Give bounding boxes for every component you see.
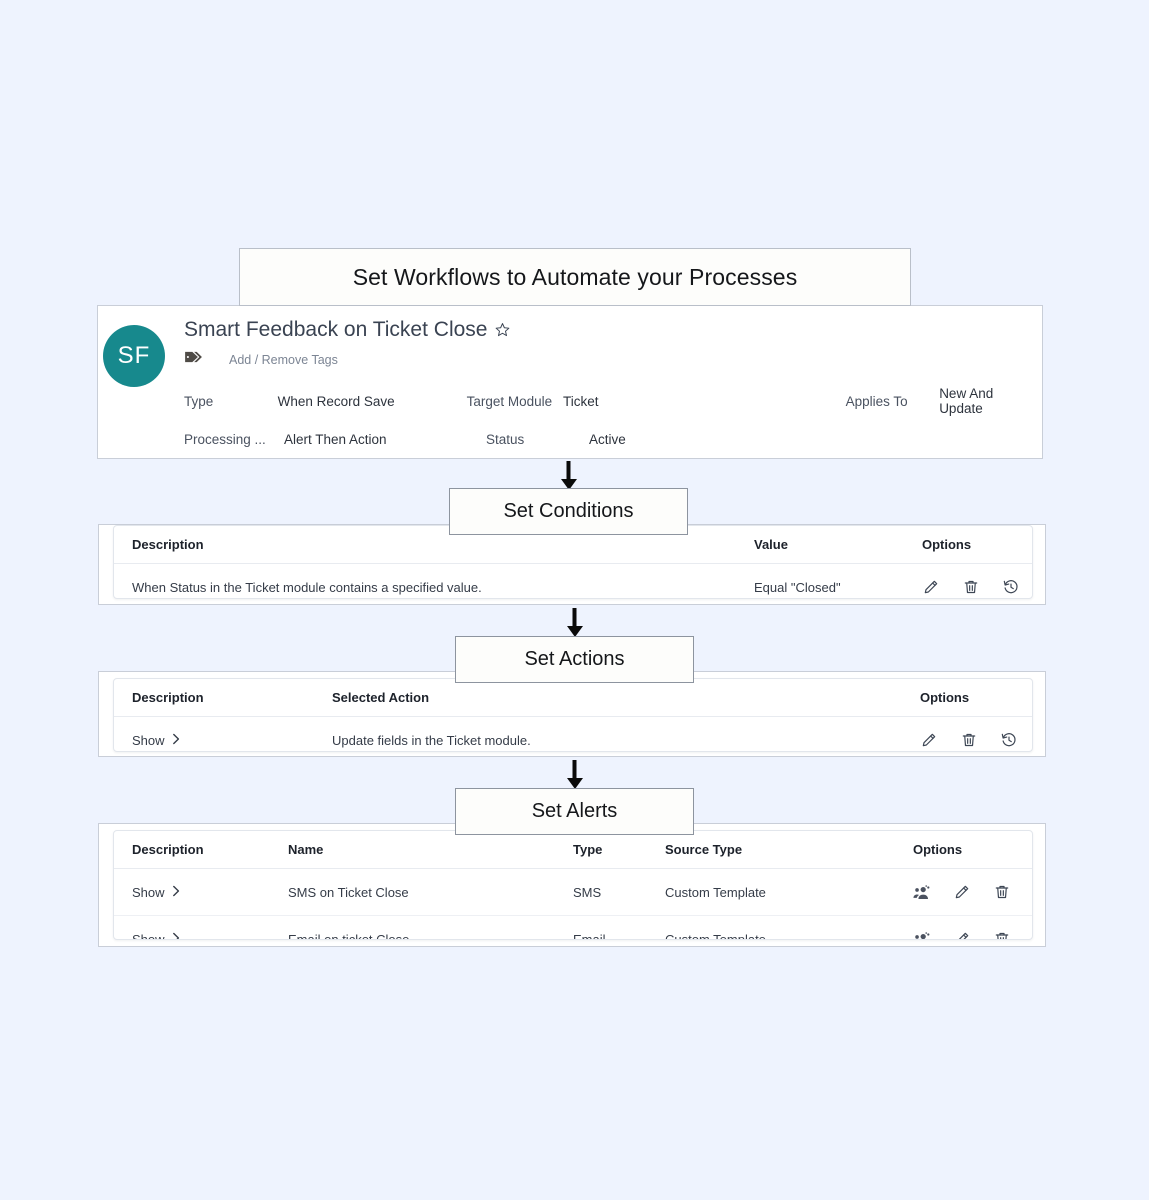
delete-icon[interactable] — [960, 731, 978, 749]
condition-options — [922, 564, 1032, 599]
meta-value-type: When Record Save — [277, 393, 395, 409]
history-icon[interactable] — [1000, 731, 1018, 749]
alert-description: Show — [114, 916, 288, 940]
column-header-source-type: Source Type — [665, 831, 913, 869]
workflow-name: Smart Feedback on Ticket Close — [184, 318, 488, 341]
recipients-icon[interactable] — [913, 930, 931, 939]
meta-label-processing: Processing ... — [184, 431, 266, 447]
column-header-description: Description — [114, 679, 332, 717]
column-header-value: Value — [754, 526, 922, 564]
conditions-table-card: Description Value Options When Status in… — [113, 525, 1033, 599]
show-label: Show — [132, 931, 165, 940]
meta-label-status: Status — [486, 431, 525, 447]
step-title: Set Conditions — [503, 500, 634, 522]
show-label: Show — [132, 732, 165, 748]
step-label-alerts: Set Alerts — [455, 788, 694, 835]
column-header-options: Options — [922, 526, 1032, 564]
show-label: Show — [132, 884, 165, 900]
show-toggle[interactable]: Show — [132, 931, 180, 940]
show-toggle[interactable]: Show — [132, 885, 180, 900]
meta-label-type: Type — [184, 393, 214, 409]
action-description: Show — [114, 717, 332, 752]
workflow-title-row: Smart Feedback on Ticket Close — [184, 318, 510, 343]
add-remove-tags-label[interactable]: Add / Remove Tags — [229, 353, 338, 367]
meta-row: Type When Record Save Target Module Tick… — [184, 382, 1034, 420]
actions-table: Description Selected Action Options Show — [114, 679, 1032, 752]
table-row: Show Email on ticket Close Email Custom … — [114, 916, 1032, 940]
workflow-diagram-canvas: Set Workflows to Automate your Processes… — [0, 0, 1149, 1200]
meta-value-status: Active — [589, 431, 626, 447]
alert-options — [913, 868, 1032, 916]
alerts-table: Description Name Type Source Type Option… — [114, 831, 1032, 940]
meta-label-applies-to: Applies To — [845, 393, 908, 409]
alert-options — [913, 916, 1032, 939]
alert-source-type: Custom Template — [665, 931, 766, 940]
edit-icon[interactable] — [953, 883, 971, 901]
table-row: When Status in the Ticket module contain… — [114, 564, 1032, 599]
step-title: Set Alerts — [531, 800, 618, 822]
alerts-table-card: Description Name Type Source Type Option… — [113, 830, 1033, 940]
edit-icon[interactable] — [922, 578, 940, 596]
meta-value-processing: Alert Then Action — [284, 431, 387, 447]
alert-name: SMS on Ticket Close — [288, 868, 573, 916]
meta-label-target-module: Target Module — [466, 393, 553, 409]
step-title: Set Actions — [524, 648, 625, 670]
edit-icon[interactable] — [920, 731, 938, 749]
column-header-selected-action: Selected Action — [332, 679, 920, 717]
table-header-row: Description Selected Action Options — [114, 679, 1032, 717]
delete-icon[interactable] — [962, 578, 980, 596]
column-header-options: Options — [913, 831, 1032, 869]
alert-type: SMS — [573, 868, 665, 916]
alert-name: Email on ticket Close — [288, 931, 410, 940]
condition-value: Equal "Closed" — [754, 579, 841, 595]
column-header-options: Options — [920, 679, 1032, 717]
column-header-description: Description — [114, 831, 288, 869]
column-header-name: Name — [288, 831, 573, 869]
alert-type: Email — [573, 931, 606, 940]
meta-row: Processing ... Alert Then Action Status … — [184, 420, 1034, 458]
star-outline-icon[interactable] — [495, 319, 510, 343]
delete-icon[interactable] — [993, 883, 1011, 901]
tags-row[interactable]: Add / Remove Tags — [184, 350, 338, 369]
step-label-actions: Set Actions — [455, 636, 694, 683]
action-options — [920, 717, 1032, 752]
avatar: SF — [103, 325, 165, 387]
show-toggle[interactable]: Show — [132, 733, 180, 748]
conditions-table: Description Value Options When Status in… — [114, 526, 1032, 599]
step-label-conditions: Set Conditions — [449, 488, 688, 535]
workflow-meta-grid: Type When Record Save Target Module Tick… — [184, 382, 1034, 458]
table-row: Show Update fields in the Ticket module. — [114, 717, 1032, 752]
column-header-type: Type — [573, 831, 665, 869]
table-row: Show SMS on Ticket Close SMS Custom Temp… — [114, 868, 1032, 916]
alert-source-type: Custom Template — [665, 868, 913, 916]
avatar-initials: SF — [117, 342, 151, 369]
condition-description: When Status in the Ticket module contain… — [132, 579, 482, 595]
action-selected-action: Update fields in the Ticket module. — [332, 732, 531, 748]
chevron-right-icon — [172, 733, 180, 748]
history-icon[interactable] — [1002, 578, 1020, 596]
recipients-icon[interactable] — [913, 883, 931, 901]
tag-icon — [184, 350, 202, 369]
page-banner: Set Workflows to Automate your Processes — [239, 248, 911, 306]
page-title: Set Workflows to Automate your Processes — [352, 263, 798, 290]
alert-description: Show — [114, 868, 288, 916]
meta-value-applies-to: New And Update — [939, 386, 994, 416]
meta-value-target-module: Ticket — [563, 393, 599, 409]
edit-icon[interactable] — [953, 930, 971, 939]
chevron-right-icon — [172, 932, 180, 939]
table-header-row: Description Name Type Source Type Option… — [114, 831, 1032, 869]
actions-table-card: Description Selected Action Options Show — [113, 678, 1033, 752]
chevron-right-icon — [172, 885, 180, 900]
delete-icon[interactable] — [993, 930, 1011, 939]
